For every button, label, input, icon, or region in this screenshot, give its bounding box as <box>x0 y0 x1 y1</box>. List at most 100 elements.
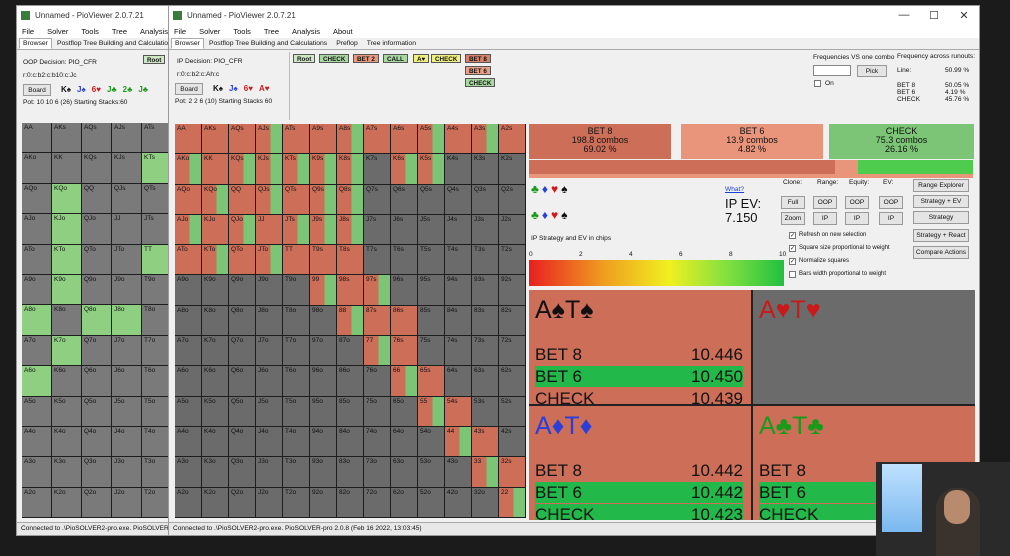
hand-cell-Q3s[interactable]: Q3s <box>472 184 498 214</box>
hand-cell-AJo[interactable]: AJo <box>175 214 201 245</box>
diamond-icon[interactable]: ♦ <box>542 208 551 222</box>
hand-cell-QTs[interactable]: QTs <box>283 184 309 214</box>
hand-cell-J3o[interactable]: J3o <box>256 457 282 487</box>
tab-0[interactable]: Browser <box>19 38 52 49</box>
back-hand-cell-K2o[interactable]: K2o <box>52 487 81 518</box>
back-hand-cell-A5o[interactable]: A5o <box>22 396 51 426</box>
heart-icon[interactable]: ♥ <box>551 208 561 222</box>
view-btn-oop[interactable]: OOP <box>813 196 837 209</box>
hand-cell-QJo[interactable]: QJo <box>229 214 255 245</box>
tree-node-3[interactable]: CALL <box>383 54 408 63</box>
hand-cell-86o[interactable]: 86o <box>337 366 363 396</box>
back-hand-cell-K4o[interactable]: K4o <box>52 426 81 457</box>
tab-0[interactable]: Browser <box>171 38 204 49</box>
close-button[interactable]: ✕ <box>949 9 979 22</box>
hand-cell-A3o[interactable]: A3o <box>175 457 201 487</box>
back-hand-cell-Q6o[interactable]: Q6o <box>82 366 111 396</box>
tree-node-2[interactable]: BET 2 <box>353 54 379 63</box>
back-board-button[interactable]: Board <box>23 84 51 96</box>
spade-icon[interactable]: ♠ <box>561 182 570 196</box>
hand-cell-JTo[interactable]: JTo <box>256 245 282 275</box>
hand-cell-QQ[interactable]: QQ <box>229 184 255 214</box>
hand-cell-83s[interactable]: 83s <box>472 305 498 336</box>
hand-cell-KQo[interactable]: KQo <box>202 184 228 214</box>
hand-cell-97s[interactable]: 97s <box>364 275 390 305</box>
hand-cell-KJs[interactable]: KJs <box>256 154 282 184</box>
back-hand-cell-AKo[interactable]: AKo <box>22 153 51 183</box>
hand-cell-J7o[interactable]: J7o <box>256 336 282 366</box>
hand-cell-93o[interactable]: 93o <box>310 457 336 487</box>
back-hand-cell-KK[interactable]: KK <box>52 153 81 183</box>
hand-cell-95o[interactable]: 95o <box>310 396 336 426</box>
hand-cell-43o[interactable]: 43o <box>445 457 471 487</box>
hand-cell-A9s[interactable]: A9s <box>310 124 336 154</box>
menu-item-solver[interactable]: Solver <box>47 27 68 36</box>
hand-cell-T4s[interactable]: T4s <box>445 245 471 275</box>
back-hand-cell-A4o[interactable]: A4o <box>22 426 51 457</box>
hand-cell-K3o[interactable]: K3o <box>202 457 228 487</box>
back-hand-cell-KQs[interactable]: KQs <box>82 153 111 183</box>
hand-cell-Q7s[interactable]: Q7s <box>364 184 390 214</box>
back-hand-cell-J2o[interactable]: J2o <box>112 487 141 518</box>
hand-cell-65o[interactable]: 65o <box>391 396 417 426</box>
option-checkbox[interactable] <box>789 271 796 278</box>
hand-cell-KQs[interactable]: KQs <box>229 154 255 184</box>
menu-item-tree[interactable]: Tree <box>264 27 279 36</box>
back-hand-cell-K9o[interactable]: K9o <box>52 274 81 305</box>
menu-item-file[interactable]: File <box>22 27 34 36</box>
back-hand-cell-JJ[interactable]: JJ <box>112 214 141 244</box>
menu-item-analysis[interactable]: Analysis <box>292 27 320 36</box>
maximize-button[interactable]: ☐ <box>919 9 949 22</box>
on-checkbox[interactable] <box>814 80 821 87</box>
side-btn-1[interactable]: Strategy + EV <box>913 195 969 208</box>
hand-cell-Q9s[interactable]: Q9s <box>310 184 336 214</box>
board-card[interactable]: K♠ <box>61 85 71 94</box>
hand-cell-A9o[interactable]: A9o <box>175 275 201 305</box>
back-hand-cell-KJs[interactable]: KJs <box>112 153 141 183</box>
hand-cell-Q4s[interactable]: Q4s <box>445 184 471 214</box>
hand-cell-92s[interactable]: 92s <box>499 275 525 305</box>
board-card[interactable]: A♥ <box>259 84 270 93</box>
back-hand-cell-Q3o[interactable]: Q3o <box>82 457 111 487</box>
view-btn-zoom[interactable]: Zoom <box>781 212 805 225</box>
hand-cell-54o[interactable]: 54o <box>418 426 444 457</box>
action-box-bet-6[interactable]: BET 6 13.9 combos 4.82 % <box>681 124 823 159</box>
menu-item-analysis[interactable]: Analysis <box>140 27 168 36</box>
hand-cell-QJs[interactable]: QJs <box>256 184 282 214</box>
back-hand-cell-QJo[interactable]: QJo <box>82 214 111 244</box>
back-hand-cell-KJo[interactable]: KJo <box>52 214 81 244</box>
board-card[interactable]: 2♣ <box>123 85 133 94</box>
back-hand-cell-J8o[interactable]: J8o <box>112 305 141 335</box>
hand-cell-72s[interactable]: 72s <box>499 336 525 366</box>
hand-cell-KTs[interactable]: KTs <box>283 154 309 184</box>
back-hand-cell-A3o[interactable]: A3o <box>22 457 51 487</box>
hand-cell-73s[interactable]: 73s <box>472 336 498 366</box>
hand-cell-J3s[interactable]: J3s <box>472 214 498 245</box>
hand-detail-cell[interactable]: A♥T♥ <box>753 290 975 404</box>
hand-cell-87s[interactable]: 87s <box>364 305 390 336</box>
hand-cell-T3s[interactable]: T3s <box>472 245 498 275</box>
hand-cell-64s[interactable]: 64s <box>445 366 471 396</box>
tree-node-1[interactable]: CHECK <box>319 54 350 63</box>
hand-cell-54s[interactable]: 54s <box>445 396 471 426</box>
back-hand-cell-AQs[interactable]: AQs <box>82 123 111 153</box>
action-box-check[interactable]: CHECK 75.3 combos 26.16 % <box>829 124 974 159</box>
back-hand-cell-TT[interactable]: TT <box>142 244 171 274</box>
back-hand-cell-AQo[interactable]: AQo <box>22 183 51 214</box>
back-hand-cell-J3o[interactable]: J3o <box>112 457 141 487</box>
back-hand-cell-KTo[interactable]: KTo <box>52 244 81 274</box>
back-hand-cell-ATo[interactable]: ATo <box>22 244 51 274</box>
back-hand-cell-J7o[interactable]: J7o <box>112 335 141 366</box>
hand-cell-98s[interactable]: 98s <box>337 275 363 305</box>
back-hand-cell-A7o[interactable]: A7o <box>22 335 51 366</box>
hand-cell-TT[interactable]: TT <box>283 245 309 275</box>
hand-cell-Q2s[interactable]: Q2s <box>499 184 525 214</box>
back-hand-cell-K8o[interactable]: K8o <box>52 305 81 335</box>
back-hand-cell-Q8o[interactable]: Q8o <box>82 305 111 335</box>
hand-cell-K2s[interactable]: K2s <box>499 154 525 184</box>
menu-item-solver[interactable]: Solver <box>199 27 220 36</box>
tree-node-4[interactable]: A♥ <box>413 54 430 63</box>
hand-cell-A4s[interactable]: A4s <box>445 124 471 154</box>
diamond-icon[interactable]: ♦ <box>542 182 551 196</box>
hand-cell-A8o[interactable]: A8o <box>175 305 201 336</box>
